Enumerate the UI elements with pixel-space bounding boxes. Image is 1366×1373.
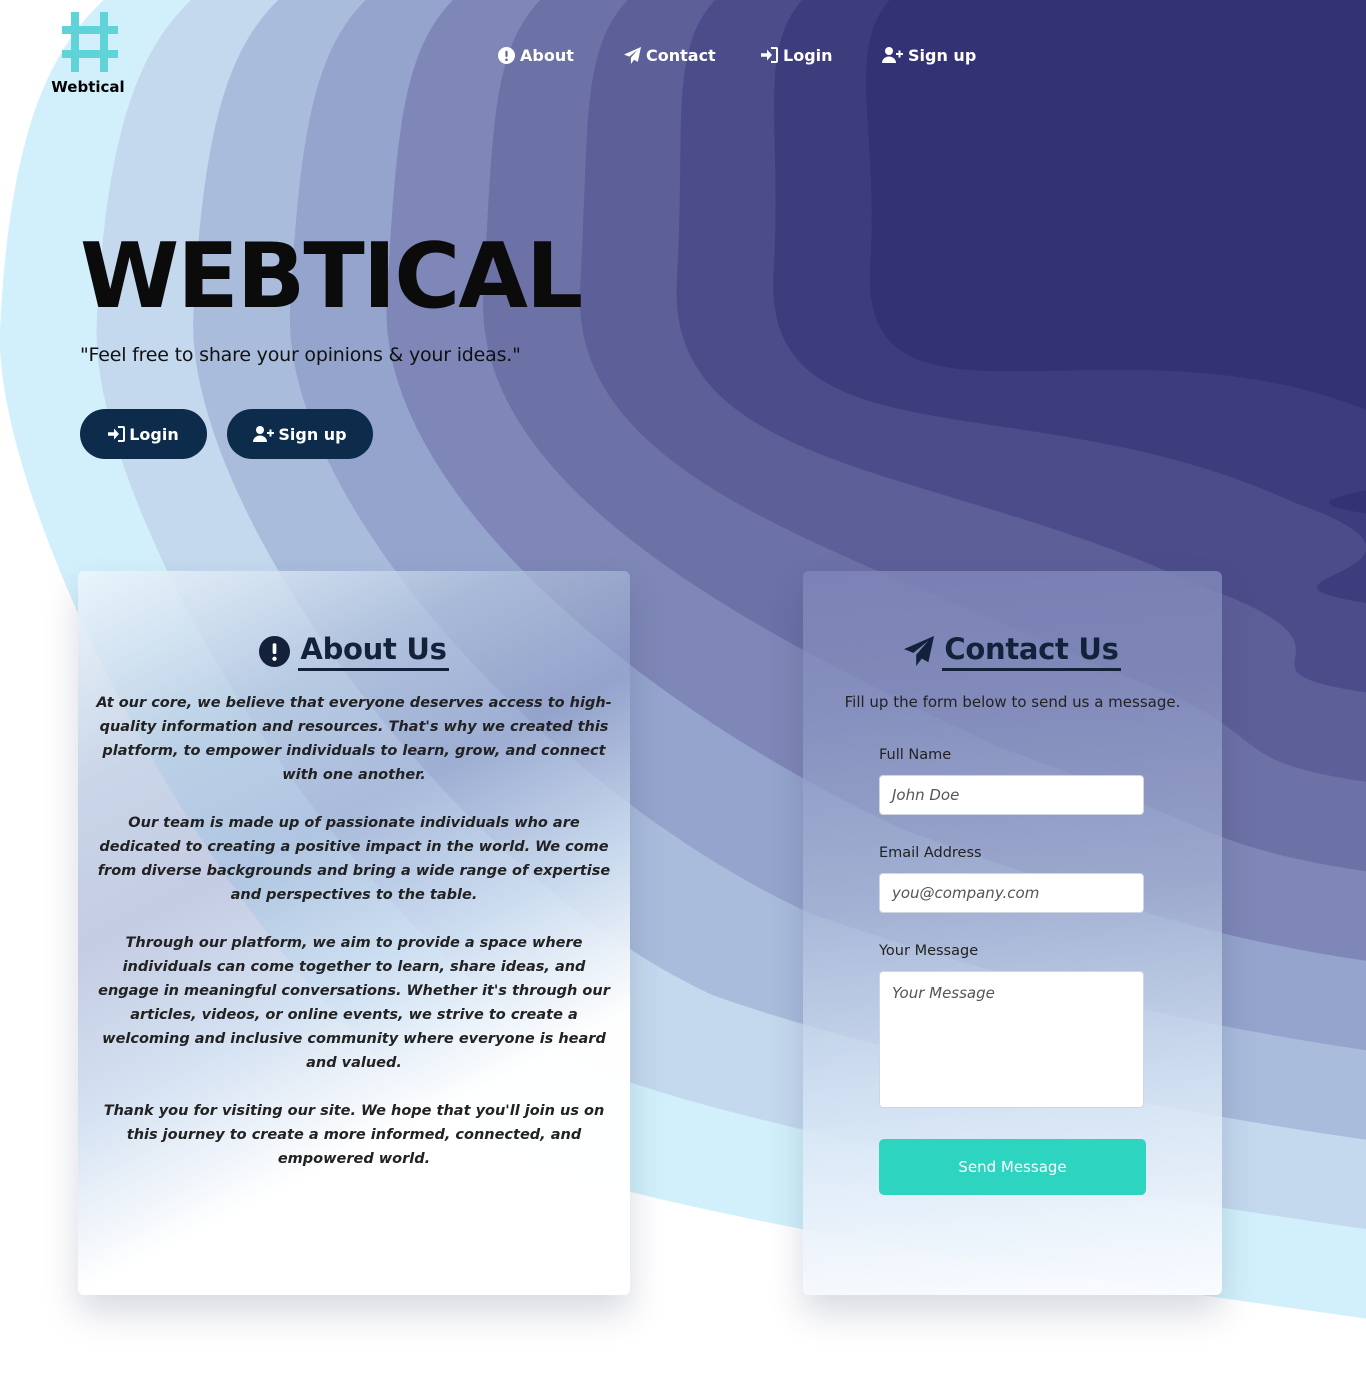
hero-login-label: Login [129, 424, 179, 444]
nav-signup[interactable]: Sign up [882, 43, 976, 67]
contact-heading: Contact Us [803, 631, 1222, 671]
about-paragraph: Our team is made up of passionate indivi… [97, 815, 611, 903]
sign-in-icon [761, 47, 778, 63]
full-name-label: Full Name [879, 747, 952, 763]
paper-plane-icon [904, 636, 935, 666]
hero-signup-label: Sign up [278, 424, 347, 444]
nav-signup-label: Sign up [908, 45, 977, 65]
email-label: Email Address [879, 845, 982, 861]
about-card: About Us At our core, we believe that ev… [78, 571, 630, 1295]
brand-name: Webtical [51, 78, 125, 96]
about-paragraph: At our core, we believe that everyone de… [96, 695, 612, 783]
exclamation-circle-icon [259, 635, 291, 667]
sign-in-icon [108, 426, 126, 442]
paper-plane-icon [624, 46, 641, 64]
about-heading-text: About Us [298, 631, 449, 671]
contact-subtitle: Fill up the form below to send us a mess… [844, 693, 1181, 711]
contact-heading-text: Contact Us [942, 631, 1121, 671]
nav-about[interactable]: About [498, 43, 574, 67]
full-name-input[interactable]: John Doe [879, 775, 1144, 815]
hero-title: WEBTICAL [80, 224, 583, 329]
nav-login-label: Login [783, 45, 833, 65]
user-plus-icon [253, 426, 275, 442]
about-heading: About Us [78, 631, 630, 671]
info-circle-icon [498, 46, 515, 64]
hero-tagline: "Feel free to share your opinions & your… [80, 344, 521, 366]
message-textarea[interactable]: Your Message [879, 971, 1144, 1108]
nav-login[interactable]: Login [761, 43, 833, 67]
hero-signup-button[interactable]: Sign up [227, 409, 373, 459]
message-label: Your Message [879, 943, 979, 959]
hero-login-button[interactable]: Login [80, 409, 207, 459]
user-plus-icon [882, 47, 903, 63]
contact-card: Contact Us Fill up the form below to sen… [803, 571, 1222, 1295]
send-message-button[interactable]: Send Message [879, 1139, 1146, 1195]
about-text: At our core, we believe that everyone de… [96, 691, 612, 1195]
nav-contact[interactable]: Contact [624, 43, 716, 67]
top-nav: About Contact Login Sign up [0, 43, 1366, 67]
nav-about-label: About [520, 45, 574, 65]
email-input[interactable]: you@company.com [879, 873, 1144, 913]
about-paragraph: Thank you for visiting our site. We hope… [103, 1103, 605, 1167]
about-paragraph: Through our platform, we aim to provide … [98, 935, 610, 1071]
nav-contact-label: Contact [646, 45, 716, 65]
